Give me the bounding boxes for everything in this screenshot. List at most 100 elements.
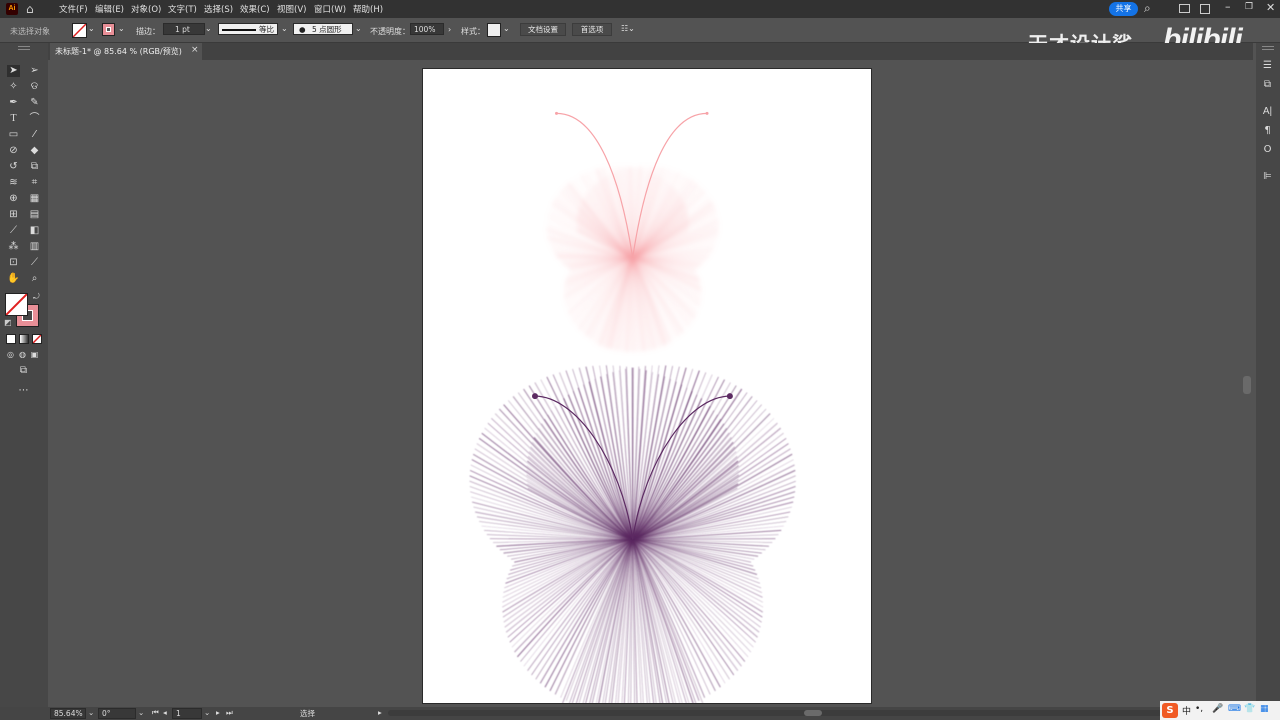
stroke-swatch[interactable] bbox=[102, 23, 115, 36]
panel-grip-icon[interactable] bbox=[1262, 46, 1274, 50]
artboard[interactable] bbox=[422, 68, 872, 704]
ime-logo-icon[interactable]: S bbox=[1162, 703, 1178, 718]
artboard-tool-icon[interactable]: ⊡ bbox=[7, 257, 20, 269]
type-tool-icon[interactable]: T bbox=[7, 113, 20, 125]
menu-view[interactable]: 视图(V) bbox=[277, 3, 306, 15]
home-icon[interactable]: ⌂ bbox=[26, 2, 34, 16]
panel-grip-icon[interactable] bbox=[18, 46, 30, 50]
graphic-style-swatch[interactable] bbox=[487, 23, 501, 37]
align-panel-icon[interactable]: ⊫ bbox=[1261, 171, 1274, 183]
chevron-down-icon[interactable]: ⌄ bbox=[204, 708, 210, 717]
workspace-icon[interactable] bbox=[1179, 4, 1190, 13]
selection-tool-icon[interactable]: ➤ bbox=[7, 65, 20, 77]
shaper-tool-icon[interactable]: ⊘ bbox=[7, 145, 20, 157]
tab-close-icon[interactable]: × bbox=[191, 45, 199, 55]
menu-object[interactable]: 对象(O) bbox=[131, 3, 161, 15]
rotate-tool-icon[interactable]: ↺ bbox=[7, 161, 20, 173]
free-transform-tool-icon[interactable]: ⌗ bbox=[28, 177, 41, 189]
shape-builder-tool-icon[interactable]: ⊕ bbox=[7, 193, 20, 205]
chevron-down-icon[interactable]: ⌄ bbox=[88, 24, 95, 33]
default-colors-icon[interactable]: ◩ bbox=[4, 318, 12, 327]
symbol-sprayer-tool-icon[interactable]: ⁂ bbox=[7, 241, 20, 253]
pink-butterfly[interactable] bbox=[547, 166, 719, 352]
menu-type[interactable]: 文字(T) bbox=[168, 3, 197, 15]
magic-wand-tool-icon[interactable]: ✧ bbox=[7, 81, 20, 93]
pen-tool-icon[interactable]: ✒ bbox=[7, 97, 20, 109]
opacity-field[interactable]: 100% bbox=[410, 23, 444, 35]
draw-inside-icon[interactable]: ▣ bbox=[28, 349, 41, 361]
menu-window[interactable]: 窗口(W) bbox=[314, 3, 346, 15]
perspective-grid-tool-icon[interactable]: ▦ bbox=[28, 193, 41, 205]
chevron-down-icon[interactable]: ⌄ bbox=[118, 24, 125, 33]
fill-color-swatch[interactable] bbox=[5, 293, 28, 316]
minimize-icon[interactable]: – bbox=[1225, 0, 1231, 13]
chevron-down-icon[interactable]: ⌄ bbox=[88, 708, 94, 717]
line-tool-icon[interactable]: ⌒ bbox=[28, 113, 41, 125]
none-mode-icon[interactable] bbox=[32, 334, 42, 344]
chevron-down-icon[interactable]: ⌄ bbox=[138, 708, 144, 717]
graph-tool-icon[interactable]: ▥ bbox=[28, 241, 41, 253]
punctuation-icon[interactable]: •, bbox=[1195, 704, 1203, 714]
search-icon[interactable]: ⌕ bbox=[1144, 1, 1151, 16]
character-panel-icon[interactable]: A| bbox=[1261, 106, 1274, 118]
chevron-down-icon[interactable]: ⌄ bbox=[205, 24, 212, 33]
prev-artboard-icon[interactable]: ◂ bbox=[163, 708, 167, 717]
swap-colors-icon[interactable]: ⤾ bbox=[33, 292, 40, 302]
stroke-profile-select[interactable]: 等比 bbox=[218, 23, 278, 35]
toolbox-icon[interactable]: ▦ bbox=[1260, 704, 1269, 714]
artboard-number-field[interactable]: 1 bbox=[172, 708, 202, 719]
curvature-tool-icon[interactable]: ✎ bbox=[28, 97, 41, 109]
color-mode-icon[interactable] bbox=[6, 334, 16, 344]
keyboard-icon[interactable]: ⌨ bbox=[1228, 704, 1241, 714]
screen-mode-icon[interactable]: ⧉ bbox=[17, 365, 30, 377]
gradient-tool-icon[interactable]: ▤ bbox=[28, 209, 41, 221]
menu-file[interactable]: 文件(F) bbox=[59, 3, 88, 15]
document-setup-button[interactable]: 文档设置 bbox=[520, 23, 566, 36]
document-tab[interactable]: 未标题-1* @ 85.64 % (RGB/预览) × bbox=[50, 43, 202, 60]
zoom-tool-icon[interactable]: ⌕ bbox=[28, 273, 41, 285]
zoom-field[interactable]: 85.64% bbox=[50, 708, 86, 719]
paintbrush-tool-icon[interactable]: ⁄ bbox=[28, 129, 41, 141]
vertical-scrollbar[interactable] bbox=[1243, 376, 1251, 394]
chevron-down-icon[interactable]: ⌄ bbox=[355, 24, 362, 33]
eyedropper-tool-icon[interactable]: ⟋ bbox=[7, 225, 20, 237]
rotation-field[interactable]: 0° bbox=[98, 708, 136, 719]
scale-tool-icon[interactable]: ⧉ bbox=[28, 161, 41, 173]
horizontal-scrollbar[interactable] bbox=[388, 710, 1228, 716]
menu-select[interactable]: 选择(S) bbox=[204, 3, 233, 15]
blend-tool-icon[interactable]: ◧ bbox=[28, 225, 41, 237]
chevron-right-icon[interactable]: › bbox=[448, 25, 451, 34]
arrange-icon[interactable] bbox=[1200, 4, 1210, 14]
hand-tool-icon[interactable]: ✋ bbox=[7, 273, 20, 285]
menu-help[interactable]: 帮助(H) bbox=[353, 3, 383, 15]
microphone-icon[interactable]: 🎤 bbox=[1212, 704, 1223, 714]
preferences-button[interactable]: 首选项 bbox=[572, 23, 612, 36]
properties-panel-icon[interactable]: ☰ bbox=[1261, 60, 1274, 72]
next-artboard-icon[interactable]: ▸ bbox=[216, 708, 220, 717]
purple-butterfly[interactable] bbox=[470, 365, 796, 703]
menu-edit[interactable]: 编辑(E) bbox=[95, 3, 124, 15]
close-icon[interactable]: ✕ bbox=[1266, 1, 1275, 14]
menu-effect[interactable]: 效果(C) bbox=[240, 3, 270, 15]
stroke-weight-field[interactable]: 1 pt bbox=[163, 23, 205, 35]
direct-selection-tool-icon[interactable]: ➢ bbox=[28, 65, 41, 77]
slice-tool-icon[interactable]: ⟋ bbox=[28, 257, 41, 269]
share-button[interactable]: 共享 bbox=[1109, 2, 1138, 16]
gradient-mode-icon[interactable] bbox=[19, 334, 29, 344]
brush-select[interactable]: ● 5 点圆形 bbox=[293, 23, 353, 35]
chevron-down-icon[interactable]: ⌄ bbox=[281, 24, 288, 33]
paragraph-panel-icon[interactable]: ¶ bbox=[1261, 125, 1274, 137]
first-artboard-icon[interactable]: ⏮ bbox=[152, 708, 159, 718]
opentype-panel-icon[interactable]: O bbox=[1261, 144, 1274, 156]
fill-swatch[interactable] bbox=[72, 23, 87, 38]
align-options-icon[interactable]: ☷⌄ bbox=[621, 24, 635, 33]
ime-chinese-icon[interactable]: 中 bbox=[1182, 704, 1191, 717]
status-menu-icon[interactable]: ▸ bbox=[378, 708, 382, 717]
layers-panel-icon[interactable]: ⧉ bbox=[1261, 79, 1274, 91]
eraser-tool-icon[interactable]: ◆ bbox=[28, 145, 41, 157]
rectangle-tool-icon[interactable]: ▭ bbox=[7, 129, 20, 141]
skin-icon[interactable]: 👕 bbox=[1244, 704, 1255, 714]
warp-tool-icon[interactable]: ≋ bbox=[7, 177, 20, 189]
more-tools-icon[interactable]: ⋯ bbox=[17, 385, 30, 397]
last-artboard-icon[interactable]: ⏭ bbox=[226, 708, 233, 718]
